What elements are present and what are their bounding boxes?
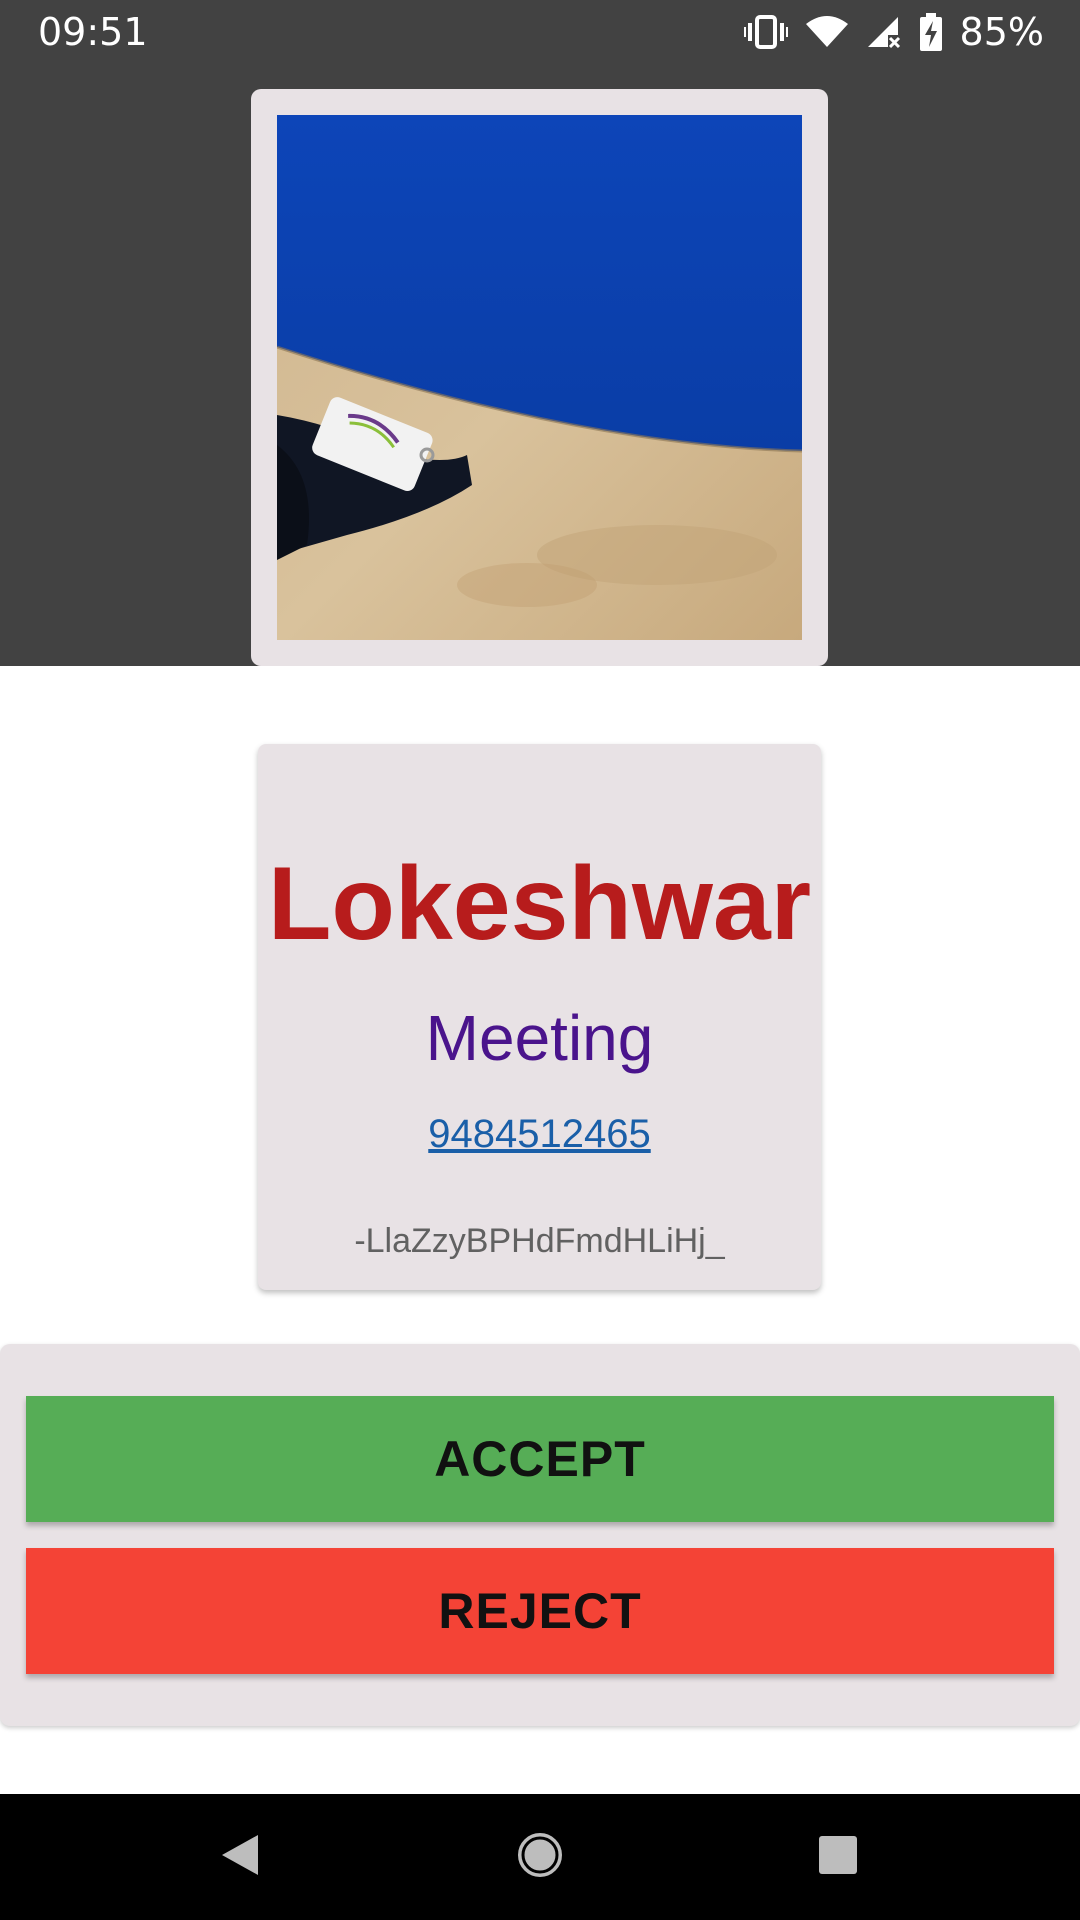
status-time: 09:51 [38,10,148,54]
navigation-bar [0,1794,1080,1920]
back-icon [218,1831,262,1884]
action-panel: ACCEPT REJECT [0,1344,1080,1726]
visitor-id: -LlaZzyBPHdFmdHLiHj_ [354,1222,725,1260]
status-bar: 09:51 85% [0,0,1080,64]
wifi-icon [805,16,848,48]
reject-button[interactable]: REJECT [26,1548,1054,1674]
battery-percent: 85% [959,10,1044,54]
cell-signal-icon [866,15,902,49]
visitor-info-card: Lokeshwar Meeting 9484512465 -LlaZzyBPHd… [258,744,821,1290]
accept-button[interactable]: ACCEPT [26,1396,1054,1522]
home-button[interactable] [510,1827,570,1887]
visitor-name: Lokeshwar [267,846,812,962]
vibrate-icon [743,15,788,49]
back-button[interactable] [210,1827,270,1887]
visitor-approval-screen: 09:51 85% Lokeshwar Meeting 9484512465 -… [0,0,1080,1920]
recents-button[interactable] [808,1827,868,1887]
visitor-photo [277,115,802,640]
recents-icon [817,1834,859,1881]
battery-charging-icon [919,13,942,51]
visitor-phone-link[interactable]: 9484512465 [258,1110,821,1158]
status-icons: 85% [743,8,1044,56]
home-icon [515,1830,565,1885]
visit-purpose: Meeting [425,1002,654,1074]
visitor-photo-frame [251,89,828,666]
